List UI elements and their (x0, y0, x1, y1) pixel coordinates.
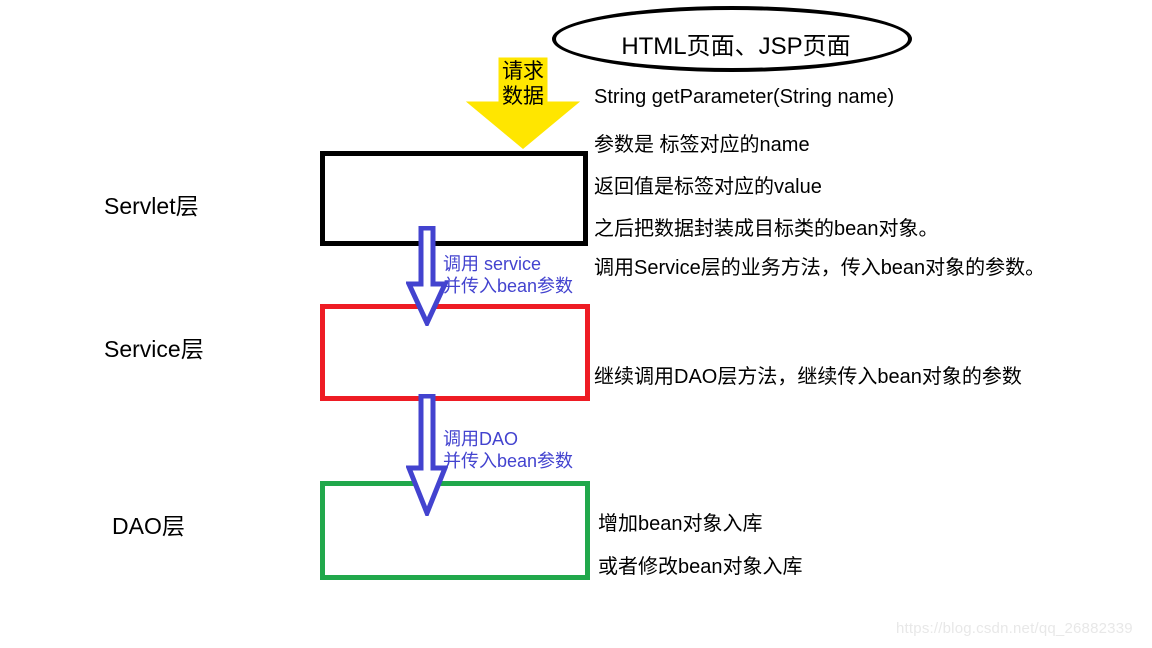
servlet-to-service-label-line2: 并传入bean参数 (443, 276, 574, 296)
servlet-note-5: 调用Service层的业务方法，传入bean对象的参数。 (594, 257, 1046, 279)
dao-layer-box (320, 481, 590, 580)
service-note-1: 继续调用DAO层方法，继续传入bean对象的参数 (594, 366, 1022, 388)
dao-layer-label: DAO层 (112, 513, 185, 539)
down-arrow-icon (406, 226, 448, 326)
request-data-arrow: 请求 数据 (466, 57, 580, 149)
service-to-dao-label-line2: 并传入bean参数 (443, 451, 574, 471)
dao-note-2: 或者修改bean对象入库 (598, 556, 803, 578)
service-layer-label: Service层 (104, 336, 204, 362)
servlet-note-4: 之后把数据封装成目标类的bean对象。 (594, 218, 939, 240)
down-arrow-icon (406, 394, 448, 516)
servlet-note-3: 返回值是标签对应的value (594, 176, 822, 198)
dao-note-1: 增加bean对象入库 (598, 513, 763, 535)
html-jsp-ellipse-label: HTML页面、JSP页面 (621, 32, 851, 60)
servlet-to-service-arrow-label: 调用 service 并传入bean参数 (443, 253, 573, 297)
servlet-to-service-arrow (406, 226, 448, 326)
servlet-layer-label: Servlet层 (104, 193, 199, 219)
servlet-layer-box (320, 151, 588, 246)
html-jsp-ellipse: HTML页面、JSP页面 (552, 6, 912, 72)
request-data-arrow-text: 请求 数据 (466, 57, 580, 149)
service-to-dao-arrow (406, 394, 448, 516)
request-arrow-line1: 请求 (502, 60, 544, 83)
service-to-dao-label-line1: 调用DAO (443, 429, 519, 449)
servlet-to-service-label-line1: 调用 service (443, 254, 542, 274)
request-arrow-line2: 数据 (502, 85, 544, 108)
servlet-note-1: String getParameter(String name) (594, 86, 895, 108)
servlet-note-2: 参数是 标签对应的name (594, 134, 810, 156)
diagram-canvas: HTML页面、JSP页面 请求 数据 Servlet层 Service层 DAO… (0, 0, 1152, 648)
watermark: https://blog.csdn.net/qq_26882339 (896, 620, 1133, 637)
service-layer-box (320, 304, 590, 401)
service-to-dao-arrow-label: 调用DAO 并传入bean参数 (443, 428, 573, 472)
